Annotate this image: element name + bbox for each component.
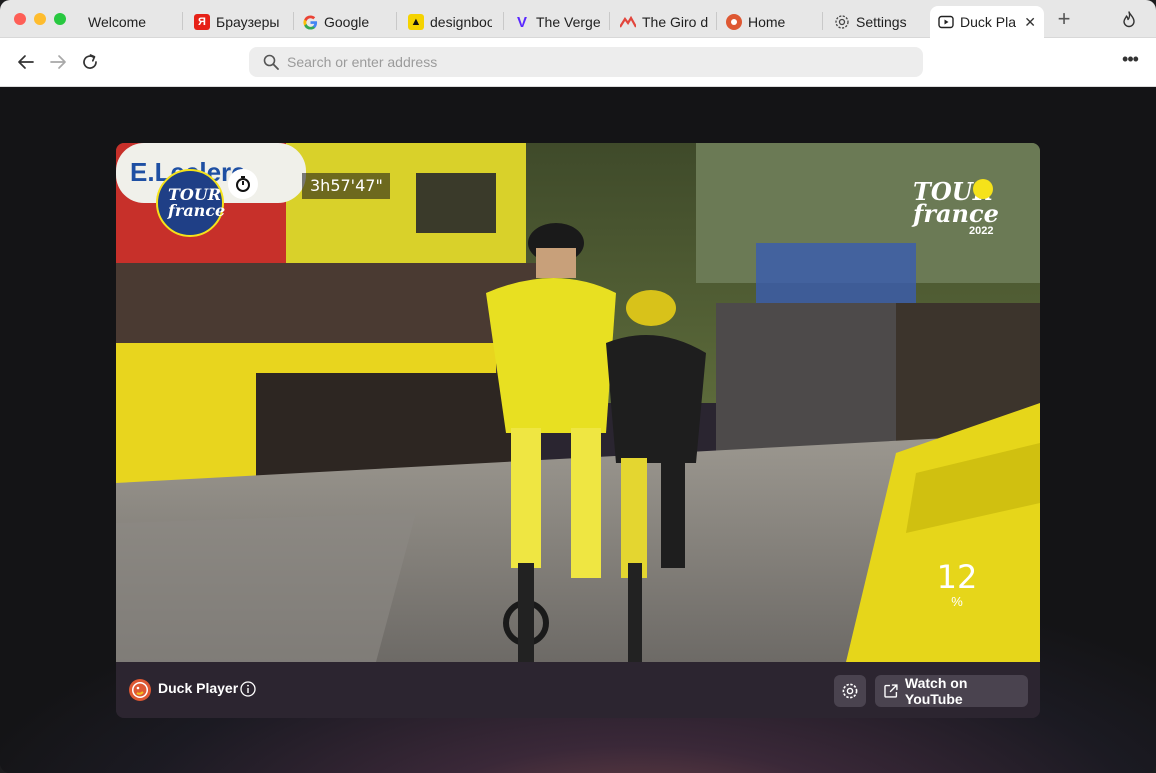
tab-divider xyxy=(396,12,397,30)
duckduckgo-icon xyxy=(726,14,742,30)
video-frame[interactable]: E.Leclerc TOURfrance 3h57'47" TOURfrance… xyxy=(116,143,1040,662)
tab-designboom[interactable]: ▲ designboom xyxy=(400,6,500,38)
zoom-window-button[interactable] xyxy=(54,13,66,25)
external-link-icon xyxy=(884,684,898,698)
duckduckgo-logo-icon xyxy=(129,679,151,701)
tab-label: Duck Player xyxy=(960,14,1017,30)
tab-google[interactable]: Google xyxy=(294,6,394,38)
watch-on-youtube-button[interactable]: Watch on YouTube xyxy=(875,675,1028,707)
designboom-icon: ▲ xyxy=(408,14,424,30)
tab-label: designboom xyxy=(430,14,492,30)
tab-label: Welcome xyxy=(88,14,147,30)
info-icon[interactable] xyxy=(240,681,256,697)
duck-player: E.Leclerc TOURfrance 3h57'47" TOURfrance… xyxy=(116,143,1040,718)
gradient-unit: % xyxy=(951,594,963,609)
gradient-value: 12 xyxy=(936,558,978,596)
tab-yandex[interactable]: Я Браузеры и xyxy=(186,6,292,38)
minimize-window-button[interactable] xyxy=(34,13,46,25)
search-icon xyxy=(263,54,279,70)
race-logo-small: TOUR france xyxy=(156,169,225,237)
tab-settings[interactable]: Settings xyxy=(826,6,926,38)
forward-arrow-icon[interactable] xyxy=(48,52,68,72)
giro-icon xyxy=(620,14,636,30)
tab-duck-player[interactable]: Duck Player ✕ xyxy=(930,6,1044,38)
new-tab-button[interactable]: + xyxy=(1054,8,1074,30)
more-menu-button[interactable]: ••• xyxy=(1118,50,1142,72)
address-input[interactable] xyxy=(287,54,887,70)
player-settings-button[interactable] xyxy=(834,675,866,707)
yandex-icon: Я xyxy=(194,14,210,30)
address-bar[interactable] xyxy=(249,47,923,77)
tab-divider xyxy=(716,12,717,30)
tab-divider xyxy=(609,12,610,30)
tab-the-verge[interactable]: V The Verge xyxy=(506,6,608,38)
tab-home[interactable]: Home xyxy=(718,6,818,38)
tab-label: Settings xyxy=(856,14,907,30)
close-tab-icon[interactable]: ✕ xyxy=(1024,14,1036,31)
tab-giro[interactable]: The Giro d' xyxy=(612,6,716,38)
tab-label: The Verge xyxy=(536,14,600,30)
verge-icon: V xyxy=(516,13,527,31)
video-scene-image: E.Leclerc xyxy=(116,143,1040,662)
gear-icon xyxy=(842,683,858,699)
duck-player-title: Duck Player xyxy=(158,680,239,696)
tab-divider xyxy=(182,12,183,30)
tab-welcome[interactable]: Welcome xyxy=(80,6,180,38)
google-icon xyxy=(302,14,318,30)
tour-de-france-logo: TOUR france 2022 xyxy=(913,177,999,237)
play-icon xyxy=(938,14,954,30)
player-controls-bar: Duck Player Watch on YouTube xyxy=(116,662,1040,718)
tab-label: The Giro d' xyxy=(642,14,708,30)
tab-label: Браузеры и xyxy=(216,14,284,30)
tab-bar: Welcome Я Браузеры и Google ▲ designboom xyxy=(0,0,1156,38)
gear-icon xyxy=(834,14,850,30)
close-window-button[interactable] xyxy=(14,13,26,25)
duck-player-page: E.Leclerc TOURfrance 3h57'47" TOURfrance… xyxy=(0,87,1156,773)
browser-window: Welcome Я Браузеры и Google ▲ designboom xyxy=(0,0,1156,773)
tab-label: Home xyxy=(748,14,786,30)
back-arrow-icon[interactable] xyxy=(16,52,36,72)
toolbar: ••• xyxy=(0,38,1156,87)
watch-on-youtube-label: Watch on YouTube xyxy=(904,675,968,707)
logo-year: 2022 xyxy=(969,225,994,237)
fire-icon[interactable] xyxy=(1120,11,1138,29)
tab-divider xyxy=(822,12,823,30)
tab-label: Google xyxy=(324,14,370,30)
stopwatch-icon xyxy=(228,169,258,199)
reload-icon[interactable] xyxy=(80,52,100,72)
gradient-indicator: 12 % xyxy=(921,538,993,618)
race-timer: 3h57'47" xyxy=(302,173,390,199)
tab-divider xyxy=(503,12,504,30)
